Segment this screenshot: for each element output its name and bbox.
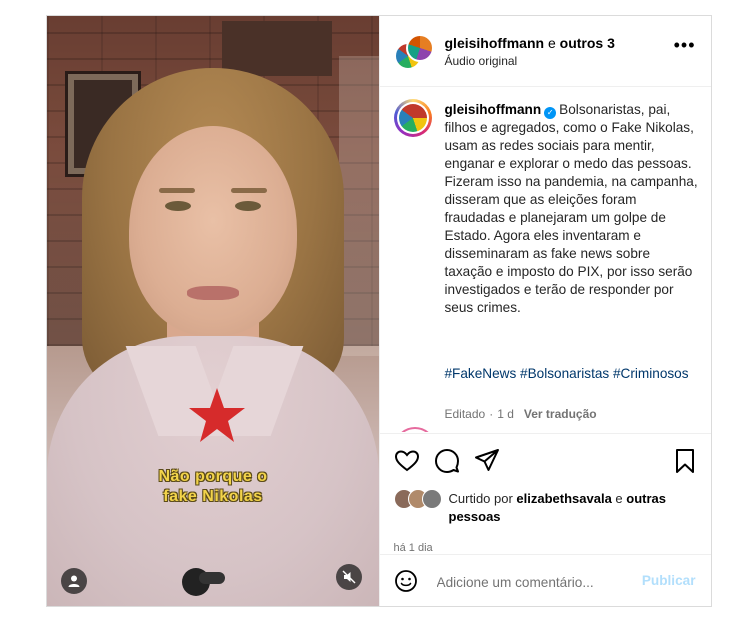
post-header: gleisihoffmann e outros 3 Áudio original… bbox=[379, 16, 711, 87]
avatar bbox=[421, 489, 442, 509]
verified-badge-icon: ✓ bbox=[544, 107, 557, 119]
post-panel: gleisihoffmann e outros 3 Áudio original… bbox=[378, 16, 712, 606]
share-icon[interactable] bbox=[474, 448, 500, 474]
avatar bbox=[398, 104, 427, 132]
comment-input[interactable] bbox=[434, 571, 639, 593]
header-others[interactable]: outros 3 bbox=[560, 35, 615, 51]
emoji-icon[interactable] bbox=[394, 569, 418, 593]
liker-avatars bbox=[393, 489, 444, 509]
right-eye bbox=[235, 201, 261, 211]
header-joiner: e bbox=[544, 35, 560, 51]
post-timestamp[interactable]: há 1 dia bbox=[394, 542, 433, 554]
post-age: 1 d bbox=[497, 407, 514, 421]
publish-button[interactable]: Publicar bbox=[642, 573, 696, 588]
comment-box: Publicar bbox=[379, 554, 711, 606]
see-translation-link[interactable]: Ver tradução bbox=[524, 407, 597, 421]
left-brow bbox=[159, 188, 195, 193]
liked-user[interactable]: elizabethsavala bbox=[516, 491, 611, 506]
left-eye bbox=[165, 201, 191, 211]
collab-avatars[interactable] bbox=[393, 34, 434, 70]
hashtags[interactable]: #FakeNews #Bolsonaristas #Criminosos bbox=[445, 365, 700, 383]
avatar-border bbox=[396, 102, 429, 134]
liked-prefix: Curtido por bbox=[448, 491, 517, 506]
post-meta: Editado · 1 d Ver tradução bbox=[444, 407, 597, 421]
caption-body: Bolsonaristas, pai, filhos e agregados, … bbox=[444, 102, 698, 315]
post-caption-area: gleisihoffmann ✓ Bolsonaristas, pai, filho… bbox=[380, 87, 712, 432]
avatar bbox=[405, 34, 434, 62]
comment-icon[interactable] bbox=[434, 448, 460, 474]
microphone-clip bbox=[199, 572, 225, 584]
story-ring-avatar[interactable] bbox=[393, 99, 432, 137]
heart-icon[interactable] bbox=[394, 448, 420, 474]
mute-button[interactable] bbox=[336, 564, 362, 590]
action-icons bbox=[394, 448, 698, 474]
lamp bbox=[338, 56, 379, 356]
tagged-users-button[interactable] bbox=[61, 568, 87, 594]
post-dialog: Não porque o fake Nikolas gleisihoffmann bbox=[46, 15, 712, 607]
video-caption-line-2: fake Nikolas bbox=[163, 488, 263, 505]
caption-text: gleisihoffmann ✓ Bolsonaristas, pai, filho… bbox=[445, 101, 700, 317]
caption-username[interactable]: gleisihoffmann bbox=[445, 102, 542, 117]
lips bbox=[187, 286, 239, 300]
video-caption-line-1: Não porque o bbox=[158, 468, 268, 485]
reel-video[interactable]: Não porque o fake Nikolas bbox=[47, 16, 379, 606]
likes-text: Curtido por elizabethsavala e outras pes… bbox=[449, 490, 699, 526]
right-brow bbox=[231, 188, 267, 193]
speaker-muted-icon bbox=[342, 570, 356, 584]
user-icon bbox=[68, 575, 80, 587]
face bbox=[129, 126, 297, 336]
edited-label: Editado bbox=[444, 407, 486, 421]
header-username[interactable]: gleisihoffmann bbox=[445, 35, 545, 51]
bookmark-icon[interactable] bbox=[672, 448, 698, 474]
audio-link[interactable]: Áudio original bbox=[445, 54, 518, 68]
more-options-icon[interactable]: ••• bbox=[674, 36, 696, 54]
bookshelf bbox=[222, 21, 332, 76]
red-star-icon bbox=[189, 388, 245, 442]
header-title: gleisihoffmann e outros 3 bbox=[445, 35, 615, 51]
liked-joiner: e bbox=[611, 491, 627, 506]
comment-avatar-peek bbox=[393, 427, 436, 432]
